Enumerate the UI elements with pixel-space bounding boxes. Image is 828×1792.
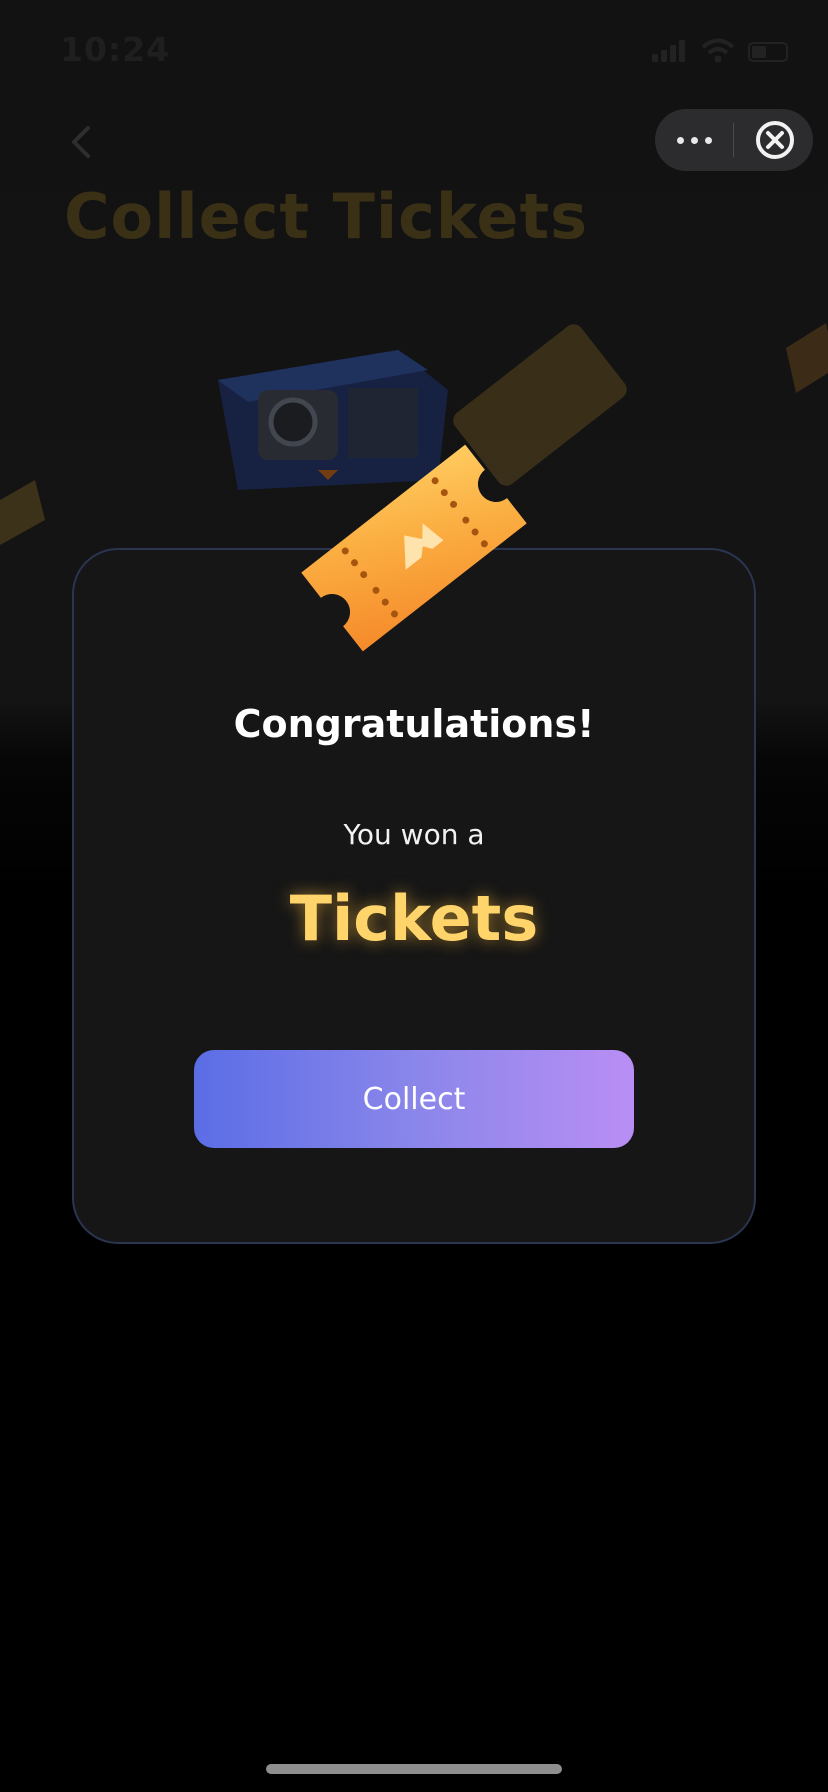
status-bar: 10:24 bbox=[0, 0, 828, 100]
chevron-left-icon[interactable] bbox=[62, 120, 102, 164]
more-dots-icon[interactable] bbox=[655, 109, 733, 171]
close-circle-icon[interactable] bbox=[745, 109, 805, 171]
capsule-divider bbox=[733, 123, 734, 157]
mini-program-capsule bbox=[655, 109, 813, 171]
prize-label: Tickets bbox=[289, 882, 539, 955]
signal-icon bbox=[652, 38, 692, 62]
home-indicator bbox=[266, 1764, 562, 1774]
ticket-icon bbox=[301, 444, 527, 652]
status-time: 10:24 bbox=[60, 30, 171, 69]
ticket-icon bbox=[0, 480, 45, 545]
screen: 10:24 Collect Tickets Congratulations! Y… bbox=[0, 0, 828, 1792]
modal-subtitle: You won a bbox=[343, 818, 485, 851]
status-icons bbox=[652, 38, 792, 63]
collect-button[interactable]: Collect bbox=[194, 1050, 634, 1148]
battery-icon bbox=[748, 42, 788, 62]
ticket-icon bbox=[786, 323, 828, 393]
wifi-icon bbox=[701, 38, 735, 63]
modal-title: Congratulations! bbox=[233, 702, 595, 746]
page-title: Collect Tickets bbox=[64, 180, 589, 253]
